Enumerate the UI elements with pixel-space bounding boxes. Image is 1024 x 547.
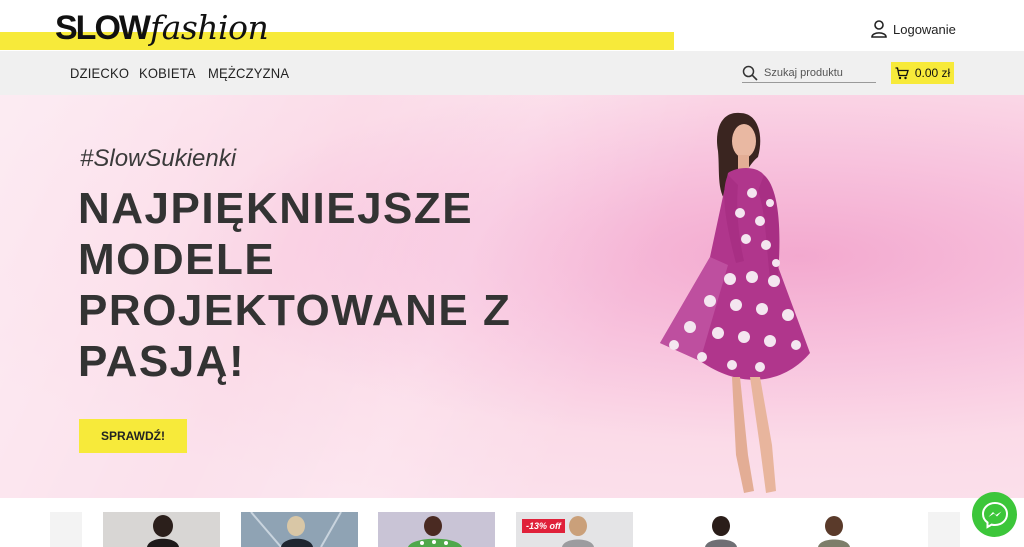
logo-part-slow: SLOW: [55, 9, 151, 47]
logo-part-fashion: fashion: [149, 8, 269, 47]
cart-button[interactable]: 0.00 zł: [891, 62, 954, 84]
search-box: [742, 63, 876, 83]
search-input[interactable]: [764, 66, 869, 79]
product-photo: [818, 516, 850, 547]
nav-item-mezczyzna[interactable]: MĘŻCZYZNA: [208, 66, 289, 82]
search-icon[interactable]: [742, 65, 758, 81]
login-link[interactable]: Logowanie: [871, 20, 956, 38]
login-label: Logowanie: [893, 21, 956, 37]
top-header: SLOW fashion Logowanie: [0, 0, 1024, 51]
product-photo: [705, 516, 737, 547]
main-nav: DZIECKO KOBIETA MĘŻCZYZNA 0.00 zł: [0, 51, 1024, 95]
nav-item-dziecko[interactable]: DZIECKO: [70, 66, 129, 82]
messenger-icon: [981, 501, 1008, 529]
product-thumbnail[interactable]: [241, 512, 358, 547]
hero-model-image: [660, 112, 810, 493]
page: SLOW fashion Logowanie DZIECKO KOBIETA M…: [0, 0, 1024, 547]
cart-total: 0.00 zł: [914, 66, 951, 80]
carousel-prev-button[interactable]: [50, 512, 82, 547]
user-icon: [871, 20, 887, 38]
hero-hashtag: #SlowSukienki: [80, 145, 237, 172]
logo[interactable]: SLOW fashion: [55, 8, 269, 48]
hero-cta-button[interactable]: SPRAWDŹ!: [79, 419, 187, 453]
product-thumbnail[interactable]: [378, 512, 495, 547]
product-thumbnail[interactable]: [790, 512, 907, 547]
product-photo: [147, 515, 179, 547]
product-thumbnail[interactable]: [653, 512, 770, 547]
product-photo: [250, 512, 342, 547]
product-thumbnail[interactable]: -13% off: [516, 512, 633, 547]
product-photo: [408, 516, 462, 547]
hero-banner: #SlowSukienki NAJPIĘKNIEJSZE MODELE PROJ…: [0, 95, 1024, 498]
messenger-chat-button[interactable]: [972, 492, 1017, 537]
cart-icon: [895, 66, 909, 79]
nav-item-kobieta[interactable]: KOBIETA: [139, 66, 196, 82]
product-carousel: -13% off: [0, 498, 1024, 547]
hero-headline: NAJPIĘKNIEJSZE MODELE PROJEKTOWANE Z PAS…: [78, 184, 512, 386]
carousel-next-button[interactable]: [928, 512, 960, 547]
discount-badge: -13% off: [522, 519, 565, 533]
product-thumbnail[interactable]: [103, 512, 220, 547]
